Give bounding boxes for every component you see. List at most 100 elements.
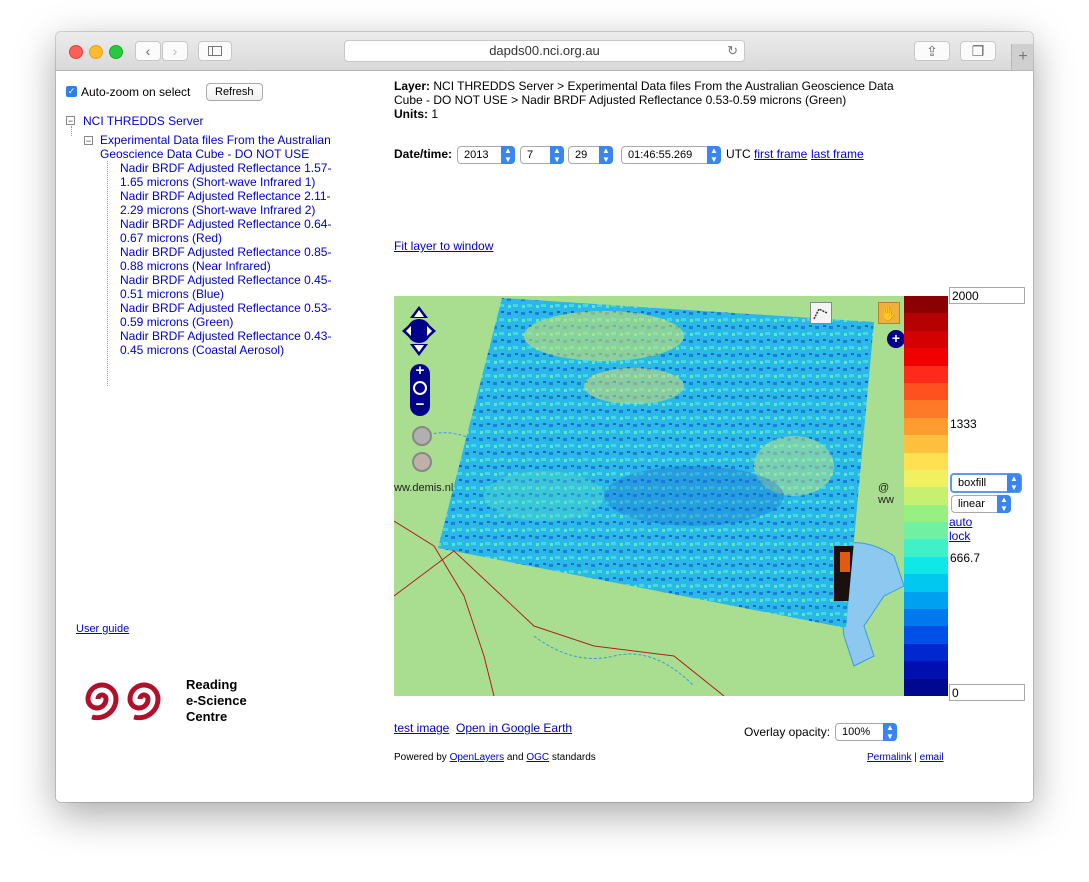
chevron-updown-icon: ▲ ▼ (707, 146, 721, 164)
layer-item-swir1[interactable]: Nadir BRDF Adjusted Reflectance 1.57-1.6… (120, 161, 340, 189)
minimize-window-button[interactable] (89, 45, 103, 59)
chevron-updown-icon: ▲ ▼ (501, 146, 515, 164)
colour-scale-segment (904, 296, 948, 314)
zoom-next-icon[interactable] (412, 452, 432, 472)
browser-window: ‹ › dapds00.nci.org.au ↻ ⇪ ❐ + ✓ Auto-zo… (56, 32, 1033, 802)
map-canvas (394, 298, 904, 696)
scale-type-select[interactable]: linear ▲ ▼ (951, 495, 1011, 513)
colour-scale-segment (904, 574, 948, 592)
layer-item-blue[interactable]: Nadir BRDF Adjusted Reflectance 0.45-0.5… (120, 273, 340, 301)
back-button[interactable]: ‹ (135, 41, 161, 61)
opacity-select[interactable]: 100% ▲ ▼ (835, 723, 897, 741)
first-frame-link[interactable]: first frame (754, 147, 807, 161)
style-select[interactable]: boxfill ▲ ▼ (950, 473, 1022, 493)
zoom-bar: + − (410, 363, 430, 416)
footer-links: Permalink | email (867, 752, 944, 763)
autozoom-label: Auto-zoom on select (81, 85, 191, 99)
close-window-button[interactable] (69, 45, 83, 59)
sidebar-toggle-button[interactable] (198, 41, 232, 61)
logo-text-line: Reading (186, 677, 238, 692)
last-frame-link[interactable]: last frame (811, 147, 864, 161)
colour-scale-segment (904, 435, 948, 453)
permalink-link[interactable]: Permalink (867, 752, 911, 763)
layer-switcher-plus-icon[interactable]: + (887, 330, 904, 348)
colour-scale-segment (904, 661, 948, 679)
fit-layer-link[interactable]: Fit layer to window (394, 239, 493, 253)
test-image-link[interactable]: test image (394, 721, 449, 735)
openlayers-link[interactable]: OpenLayers (450, 752, 504, 763)
layer-info: Layer: NCI THREDDS Server > Experimental… (394, 79, 904, 121)
tree-root-label[interactable]: NCI THREDDS Server (83, 114, 203, 128)
reload-icon[interactable]: ↻ (727, 41, 738, 61)
autozoom-checkbox[interactable]: ✓ (66, 86, 77, 97)
url-text: dapds00.nci.org.au (489, 43, 600, 58)
colour-scale-segment (904, 609, 948, 627)
page-content: ✓ Auto-zoom on select Refresh − NCI THRE… (56, 71, 1033, 802)
chevron-updown-icon: ▲ ▼ (883, 723, 897, 741)
layer-item-swir2[interactable]: Nadir BRDF Adjusted Reflectance 2.11-2.2… (120, 189, 340, 217)
colour-scale-segment (904, 626, 948, 644)
refresh-button[interactable]: Refresh (206, 83, 263, 101)
map-attribution-right: @ ww (878, 482, 894, 506)
resc-logo: Reading e-Science Centre (74, 669, 274, 729)
layer-item-nir[interactable]: Nadir BRDF Adjusted Reflectance 0.85-0.8… (120, 245, 340, 273)
layer-item-green[interactable]: Nadir BRDF Adjusted Reflectance 0.53-0.5… (120, 301, 340, 329)
address-bar[interactable]: dapds00.nci.org.au ↻ (344, 40, 745, 62)
year-select[interactable]: 2013 ▲ ▼ (457, 146, 515, 164)
collapse-root-toggle[interactable]: − (66, 116, 75, 126)
share-button[interactable]: ⇪ (914, 41, 950, 61)
day-value: 29 (575, 149, 588, 161)
auto-scale-link[interactable]: auto (949, 515, 972, 529)
scale-mid-low-label: 666.7 (950, 551, 981, 565)
powered-by: Powered by OpenLayers and OGC standards (394, 752, 596, 763)
colour-scale-segment (904, 452, 948, 470)
chevron-updown-icon: ▲ ▼ (599, 146, 613, 164)
zoom-in-icon[interactable]: + (410, 363, 430, 378)
zoom-out-icon[interactable]: − (410, 397, 430, 412)
scale-max-input[interactable] (949, 287, 1025, 304)
colour-scale-segment (904, 382, 948, 401)
zoom-previous-icon[interactable] (412, 426, 432, 446)
measure-tool-icon[interactable] (810, 302, 832, 324)
collapse-folder-toggle[interactable]: − (84, 136, 93, 146)
spiral-logo-icon (85, 682, 161, 721)
layer-heading: Layer: (394, 79, 431, 93)
units-value: 1 (431, 107, 439, 121)
layer-item-red[interactable]: Nadir BRDF Adjusted Reflectance 0.64-0.6… (120, 217, 340, 245)
map-attribution-left: ww.demis.nl (394, 482, 454, 494)
scale-min-input[interactable] (949, 684, 1025, 701)
pan-hand-icon[interactable]: ✋ (878, 302, 900, 324)
forward-button[interactable]: › (162, 41, 188, 61)
logo-text-line: e-Science (186, 693, 247, 708)
layer-item-coastal-aerosol[interactable]: Nadir BRDF Adjusted Reflectance 0.43-0.4… (120, 329, 340, 357)
share-icon: ⇪ (926, 43, 938, 59)
time-select[interactable]: 01:46:55.269 ▲ ▼ (621, 146, 721, 164)
standards-text: standards (551, 752, 596, 763)
user-guide-link[interactable]: User guide (76, 623, 129, 635)
pan-arrows-icon (402, 306, 436, 356)
tree-folder-label[interactable]: Experimental Data files From the Austral… (100, 133, 340, 161)
map-view[interactable]: ww.demis.nl @ ww + − ✋ + (394, 296, 904, 696)
colour-scale-segment (904, 643, 948, 662)
lock-scale-link[interactable]: lock (949, 529, 970, 543)
colour-scale-segment (904, 365, 948, 383)
globe-icon[interactable] (413, 381, 427, 395)
pan-control[interactable] (402, 306, 436, 356)
zoom-window-button[interactable] (109, 45, 123, 59)
google-earth-link[interactable]: Open in Google Earth (456, 721, 572, 735)
year-value: 2013 (464, 149, 489, 161)
new-tab-button[interactable]: + (1011, 44, 1033, 70)
month-select[interactable]: 7 ▲ ▼ (520, 146, 564, 164)
month-value: 7 (527, 149, 534, 161)
day-select[interactable]: 29 ▲ ▼ (568, 146, 613, 164)
colour-scale-segment (904, 556, 948, 575)
powered-prefix: Powered by (394, 752, 447, 763)
colour-scale-segment (904, 313, 948, 331)
tree-line (107, 161, 109, 386)
email-link[interactable]: email (920, 752, 944, 763)
tabs-overview-button[interactable]: ❐ (960, 41, 996, 61)
style-value: boxfill (958, 477, 987, 489)
ogc-link[interactable]: OGC (526, 752, 549, 763)
logo-text-line: Centre (186, 709, 228, 724)
scale-mid-high-label: 1333 (950, 417, 977, 431)
